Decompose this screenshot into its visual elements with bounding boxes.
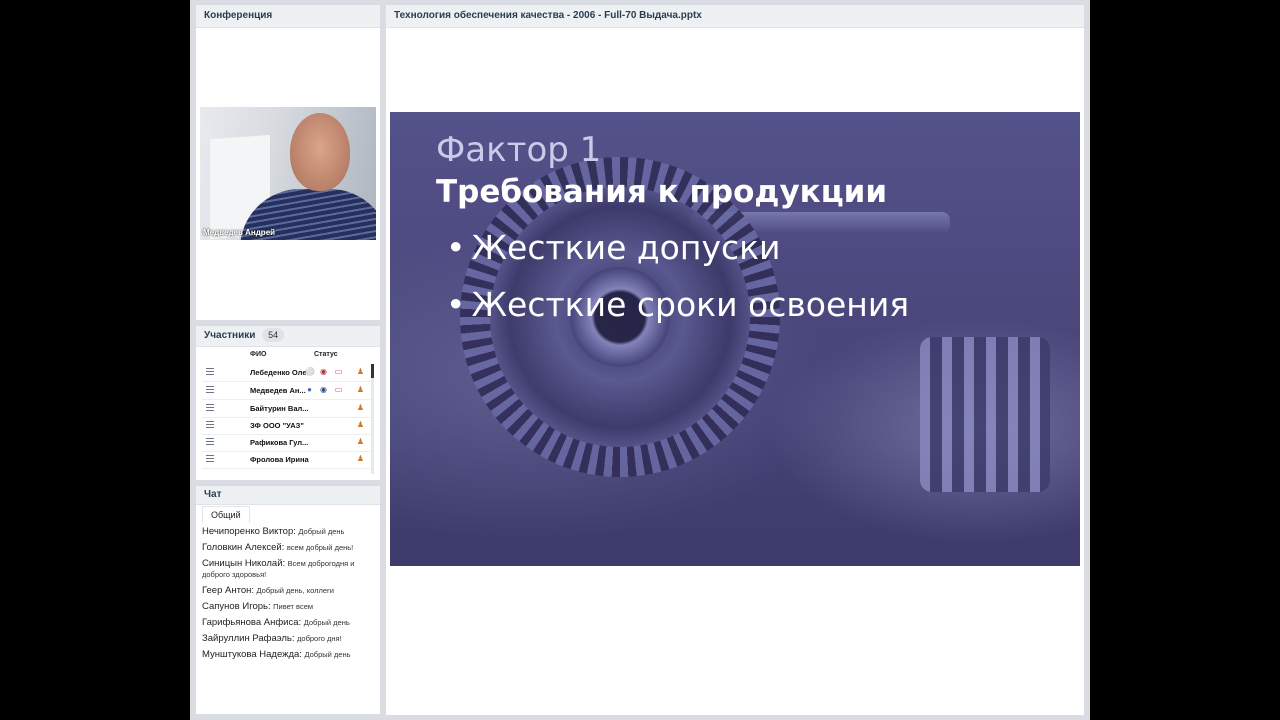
menu-icon[interactable] [206, 438, 214, 445]
slide-bullet: • Жесткие допуски [446, 228, 909, 267]
message-text: всем добрый день! [286, 543, 354, 552]
message-author: Мунштукова Надежда: [202, 649, 302, 660]
chat-message: Синицын Николай: Всем доброгодня и добро… [202, 558, 374, 580]
screen-off-icon[interactable]: ▭ [334, 385, 343, 394]
menu-icon[interactable] [206, 404, 214, 411]
conference-panel-title: Конференция [196, 5, 380, 28]
message-text: Добрый день, коллеги [256, 586, 334, 595]
menu-icon[interactable] [206, 455, 214, 462]
menu-icon[interactable] [206, 421, 214, 428]
message-author: Нечипоренко Виктор: [202, 526, 296, 537]
screen-off-icon[interactable]: ▭ [334, 367, 343, 376]
participants-count-badge: 54 [262, 328, 285, 342]
user-icon: ♟ [356, 385, 365, 394]
participant-name: Байтурин Вал... [250, 404, 309, 413]
participant-name: Фролова Ирина [250, 455, 309, 464]
participants-header: Участники 54 [196, 326, 380, 347]
user-icon: ♟ [356, 403, 365, 412]
column-header-status[interactable]: Статус [314, 351, 338, 358]
chat-message: Головкин Алексей: всем добрый день! [202, 542, 374, 553]
menu-icon[interactable] [206, 368, 214, 375]
participants-table-header: ФИО Статус [196, 348, 380, 364]
bullet-dot-icon: • [446, 285, 466, 324]
chat-title: Чат [196, 486, 380, 505]
user-icon: ♟ [356, 437, 365, 446]
slide-bearing-image [920, 337, 1050, 492]
participant-row[interactable]: Медведев Ан... ● ◉ ▭ ♟ [202, 382, 372, 400]
participant-row[interactable]: Байтурин Вал... ♟ [202, 400, 372, 418]
message-text: Добрый день [298, 527, 345, 536]
participant-name: ЗФ ООО "УАЗ" [250, 421, 304, 430]
slide-bullet: • Жесткие сроки освоения [446, 285, 909, 324]
slide-kicker: Фактор 1 [436, 130, 602, 170]
camera-on-icon[interactable]: ◉ [319, 385, 328, 394]
message-text: доброго дня! [297, 634, 342, 643]
participant-row[interactable]: Фролова Ирина ♟ [202, 451, 372, 469]
camera-off-icon[interactable]: ◉ [319, 367, 328, 376]
message-text: Пивет всем [273, 602, 314, 611]
bullet-dot-icon: • [446, 228, 466, 267]
chat-message: Гарифьянова Анфиса: Добрый день [202, 617, 374, 628]
chat-message: Зайруллин Рафаэль: доброго дня! [202, 633, 374, 644]
message-text: Добрый день [303, 618, 350, 627]
message-author: Зайруллин Рафаэль: [202, 633, 295, 644]
presentation-file-title: Технология обеспечения качества - 2006 -… [386, 5, 1084, 28]
column-header-name[interactable]: ФИО [250, 351, 266, 358]
message-author: Гарифьянова Анфиса: [202, 617, 302, 628]
conference-app: Конференция Медведев Андрей Участники 54… [190, 0, 1090, 720]
chat-message: Геер Антон: Добрый день, коллеги [202, 585, 374, 596]
message-author: Синицын Николай: [202, 558, 286, 569]
message-author: Головкин Алексей: [202, 542, 285, 553]
message-text: Добрый день [304, 650, 351, 659]
speaker-video[interactable]: Медведев Андрей [200, 107, 376, 240]
slide-text: Фактор 1 Требования к продукции • Жесткие… [436, 130, 909, 324]
presentation-slide[interactable]: Фактор 1 Требования к продукции • Жесткие… [390, 112, 1080, 566]
mic-off-icon[interactable]: ⚪ [305, 367, 315, 376]
menu-icon[interactable] [206, 386, 214, 393]
presentation-panel: Технология обеспечения качества - 2006 -… [386, 5, 1084, 715]
participant-row[interactable]: ЗФ ООО "УАЗ" ♟ [202, 417, 372, 435]
chat-message: Сапунов Игорь: Пивет всем [202, 601, 374, 612]
slide-bullet-text: Жесткие допуски [471, 228, 781, 267]
chat-messages: Нечипоренко Виктор: Добрый день Головкин… [202, 526, 374, 665]
participants-panel: Участники 54 ФИО Статус Лебеденко Олег ⚪… [196, 326, 380, 480]
conference-panel: Конференция Медведев Андрей [196, 5, 380, 320]
participants-scrollbar[interactable] [371, 364, 374, 474]
slide-heading: Требования к продукции [436, 174, 888, 210]
participant-row[interactable]: Рафикова Гул... ♟ [202, 434, 372, 452]
user-icon: ♟ [356, 454, 365, 463]
participant-row[interactable]: Лебеденко Олег ⚪ ◉ ▭ ♟ [202, 364, 372, 382]
mic-on-icon[interactable]: ● [305, 385, 314, 394]
user-icon: ♟ [356, 420, 365, 429]
message-author: Сапунов Игорь: [202, 601, 271, 612]
slide-bullet-text: Жесткие сроки освоения [471, 285, 910, 324]
participant-name: Лебеденко Олег [250, 368, 310, 377]
participants-title: Участники [204, 330, 256, 341]
message-author: Геер Антон: [202, 585, 254, 596]
chat-message: Мунштукова Надежда: Добрый день [202, 649, 374, 660]
video-speaker-name: Медведев Андрей [203, 228, 276, 237]
user-icon: ♟ [356, 367, 365, 376]
chat-panel: Чат Общий Нечипоренко Виктор: Добрый ден… [196, 486, 380, 714]
scrollbar-thumb[interactable] [371, 364, 374, 378]
chat-tab-general[interactable]: Общий [202, 506, 250, 523]
chat-message: Нечипоренко Виктор: Добрый день [202, 526, 374, 537]
speaker-head [290, 113, 350, 191]
participant-name: Рафикова Гул... [250, 438, 309, 447]
participant-name: Медведев Ан... [250, 386, 306, 395]
